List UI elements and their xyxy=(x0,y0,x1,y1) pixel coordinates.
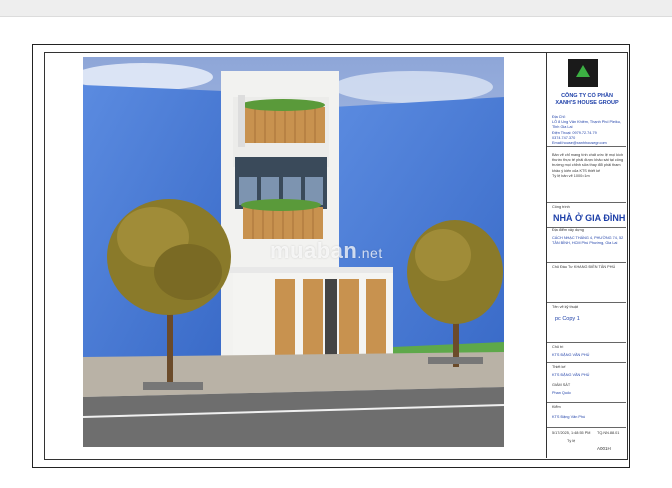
cloud xyxy=(333,71,493,103)
planter-box xyxy=(143,382,203,390)
tb-row-drawing xyxy=(547,303,626,343)
upper-plants xyxy=(241,99,325,111)
tb-row-owner xyxy=(547,263,626,303)
middle-plants xyxy=(241,199,321,211)
planter-box xyxy=(428,357,483,364)
tb-row-project xyxy=(547,203,626,228)
browser-top-strip xyxy=(0,0,672,17)
tb-row-note xyxy=(547,147,626,203)
tb-row-footer xyxy=(547,428,626,458)
canopy xyxy=(213,267,393,273)
tb-row-location xyxy=(547,228,626,263)
tb-row-designer xyxy=(547,363,626,403)
watermark: muaban.net xyxy=(270,238,383,263)
tb-row-chief xyxy=(547,343,626,363)
title-block: CÔNG TY CỔ PHẦN XANH'S HOUSE GROUP Địa C… xyxy=(546,53,626,458)
road xyxy=(83,387,504,447)
tb-row-review xyxy=(547,403,626,428)
tb-row-company xyxy=(547,53,626,147)
railing xyxy=(238,95,245,147)
